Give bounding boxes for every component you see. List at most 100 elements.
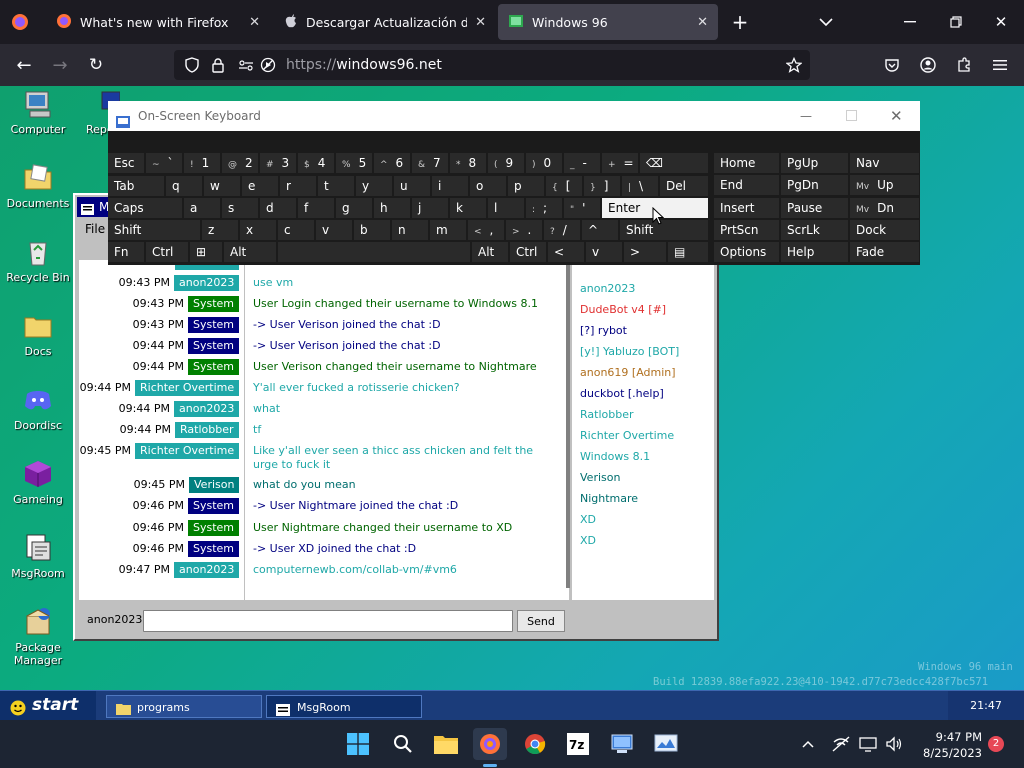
osk-key[interactable]: " ' xyxy=(564,198,600,218)
osk-key[interactable]: ! 1 xyxy=(184,153,220,173)
osk-key[interactable]: _ - xyxy=(564,153,600,173)
message-author-badge[interactable]: System xyxy=(188,338,240,354)
osk-key[interactable]: w xyxy=(204,176,240,196)
osk-key[interactable]: <, xyxy=(468,220,504,240)
osk-key[interactable]: Home xyxy=(714,153,779,173)
osk-key[interactable]: i xyxy=(432,176,468,196)
windows96-clock[interactable]: 21:47 xyxy=(948,691,1024,720)
osk-key[interactable]: PrtScn xyxy=(714,219,779,240)
user-list-item[interactable]: Windows 8.1 xyxy=(580,450,650,464)
osk-maximize-icon[interactable] xyxy=(846,110,857,121)
osk-key[interactable]: PgUp xyxy=(781,153,848,173)
osk-key[interactable]: Tab xyxy=(108,176,164,196)
osk-key[interactable]: Esc xyxy=(108,153,144,173)
nickname-label[interactable]: anon2023 xyxy=(87,613,142,626)
forward-arrow-icon[interactable]: → xyxy=(48,53,72,77)
message-author-badge[interactable]: Richter Overtime xyxy=(135,380,240,396)
user-list-item[interactable]: anon2023 xyxy=(580,282,635,296)
send-button[interactable]: Send xyxy=(517,610,565,632)
osk-key[interactable]: Help xyxy=(781,242,848,263)
osk-key[interactable]: n xyxy=(392,220,428,240)
user-list-item[interactable]: [y!] Yabluzo [BOT] xyxy=(580,345,679,359)
show-hidden-icons-chevron[interactable] xyxy=(791,728,825,760)
minimize-icon[interactable] xyxy=(898,10,922,34)
osk-key[interactable]: Caps xyxy=(108,198,182,218)
pocket-icon[interactable] xyxy=(880,53,904,77)
osk-key[interactable]: ^ 6 xyxy=(374,153,410,173)
osk-key[interactable]: m xyxy=(430,220,466,240)
osk-key[interactable]: $4 xyxy=(298,153,334,173)
osk-key[interactable]: Alt xyxy=(224,242,276,262)
osk-key[interactable]: % 5 xyxy=(336,153,372,173)
desktop-icon-documents[interactable]: Documents xyxy=(1,162,75,210)
permissions-icon[interactable] xyxy=(236,55,256,75)
osk-key[interactable]: Alt xyxy=(472,242,508,262)
bookmark-star-icon[interactable] xyxy=(784,55,804,75)
osk-key[interactable]: #3 xyxy=(260,153,296,173)
display-icon[interactable] xyxy=(857,728,879,760)
message-author-badge[interactable]: System xyxy=(188,541,240,557)
account-icon[interactable] xyxy=(916,53,940,77)
osk-key[interactable]: ⌫ xyxy=(640,153,708,173)
tab-whats-new[interactable]: What's new with Firefox ✕ xyxy=(46,4,270,40)
osk-key[interactable]: | \ xyxy=(622,176,658,196)
osk-key[interactable]: Nav xyxy=(850,153,919,173)
osk-key[interactable]: a xyxy=(184,198,220,218)
osk-key[interactable]: d xyxy=(260,198,296,218)
osk-key[interactable]: Mv Up xyxy=(850,175,919,196)
osk-key[interactable]: End xyxy=(714,175,779,196)
osk-key[interactable]: t xyxy=(318,176,354,196)
message-author-badge[interactable]: Richter Overtime xyxy=(135,443,240,459)
chrome-icon[interactable] xyxy=(518,728,552,760)
osk-titlebar[interactable]: On-Screen Keyboard — ✕ xyxy=(108,101,920,131)
hamburger-menu-icon[interactable] xyxy=(988,53,1012,77)
osk-key[interactable]: @2 xyxy=(222,153,258,173)
osk-key[interactable]: Ctrl xyxy=(510,242,546,262)
osk-key[interactable]: (9 xyxy=(488,153,524,173)
osk-key[interactable]: ▤ xyxy=(668,242,708,262)
user-list-item[interactable]: Verison xyxy=(580,471,620,485)
desktop-icon-package-manager[interactable]: Package Manager xyxy=(1,606,75,667)
user-list-item[interactable]: Nightmare xyxy=(580,492,638,506)
search-icon[interactable] xyxy=(386,728,420,760)
osk-key[interactable]: b xyxy=(354,220,390,240)
osk-key[interactable]: f xyxy=(298,198,334,218)
osk-key[interactable]: :; xyxy=(526,198,562,218)
osk-key[interactable]: * 8 xyxy=(450,153,486,173)
osk-key[interactable] xyxy=(278,242,470,262)
close-tab-icon[interactable]: ✕ xyxy=(697,15,708,30)
user-list-item[interactable]: Richter Overtime xyxy=(580,429,674,443)
system-clock[interactable]: 9:47 PM 8/25/2023 xyxy=(916,730,982,760)
osk-key[interactable]: o xyxy=(470,176,506,196)
desktop-icon-docs[interactable]: Docs xyxy=(1,310,75,358)
osk-key[interactable]: l xyxy=(488,198,524,218)
osk-key[interactable]: h xyxy=(374,198,410,218)
osk-key[interactable]: Shift xyxy=(620,220,708,240)
tracking-shield-icon[interactable] xyxy=(182,55,202,75)
tab-descargar[interactable]: Descargar Actualización de segu ✕ xyxy=(274,4,496,40)
url-text[interactable]: https://windows96.net xyxy=(286,57,442,73)
virtual-machine-icon[interactable] xyxy=(605,728,639,760)
user-list-item[interactable]: Ratlobber xyxy=(580,408,634,422)
osk-key[interactable]: j xyxy=(412,198,448,218)
message-author-badge[interactable]: System xyxy=(188,296,240,312)
osk-key[interactable]: c xyxy=(278,220,314,240)
osk-key[interactable]: s xyxy=(222,198,258,218)
osk-key[interactable]: Mv Dn xyxy=(850,197,919,218)
taskbar-item-programs[interactable]: programs xyxy=(106,695,262,718)
file-explorer-icon[interactable] xyxy=(429,728,463,760)
osk-key[interactable]: > xyxy=(624,242,666,262)
user-list-item[interactable]: [?] rybot xyxy=(580,324,627,338)
osk-key[interactable]: p xyxy=(508,176,544,196)
close-tab-icon[interactable]: ✕ xyxy=(249,15,260,30)
osk-key[interactable]: Fn xyxy=(108,242,144,262)
chat-scrollbar[interactable] xyxy=(566,260,570,588)
message-author-badge[interactable]: System xyxy=(188,317,240,333)
menu-file[interactable]: File xyxy=(85,222,105,236)
osk-key[interactable]: >. xyxy=(506,220,542,240)
user-list-item[interactable]: DudeBot v4 [#] xyxy=(580,303,666,317)
osk-key[interactable]: PgDn xyxy=(781,175,848,196)
tab-windows96[interactable]: Windows 96 ✕ xyxy=(498,4,718,40)
reload-icon[interactable]: ↻ xyxy=(84,53,108,77)
osk-key[interactable]: Insert xyxy=(714,197,779,218)
